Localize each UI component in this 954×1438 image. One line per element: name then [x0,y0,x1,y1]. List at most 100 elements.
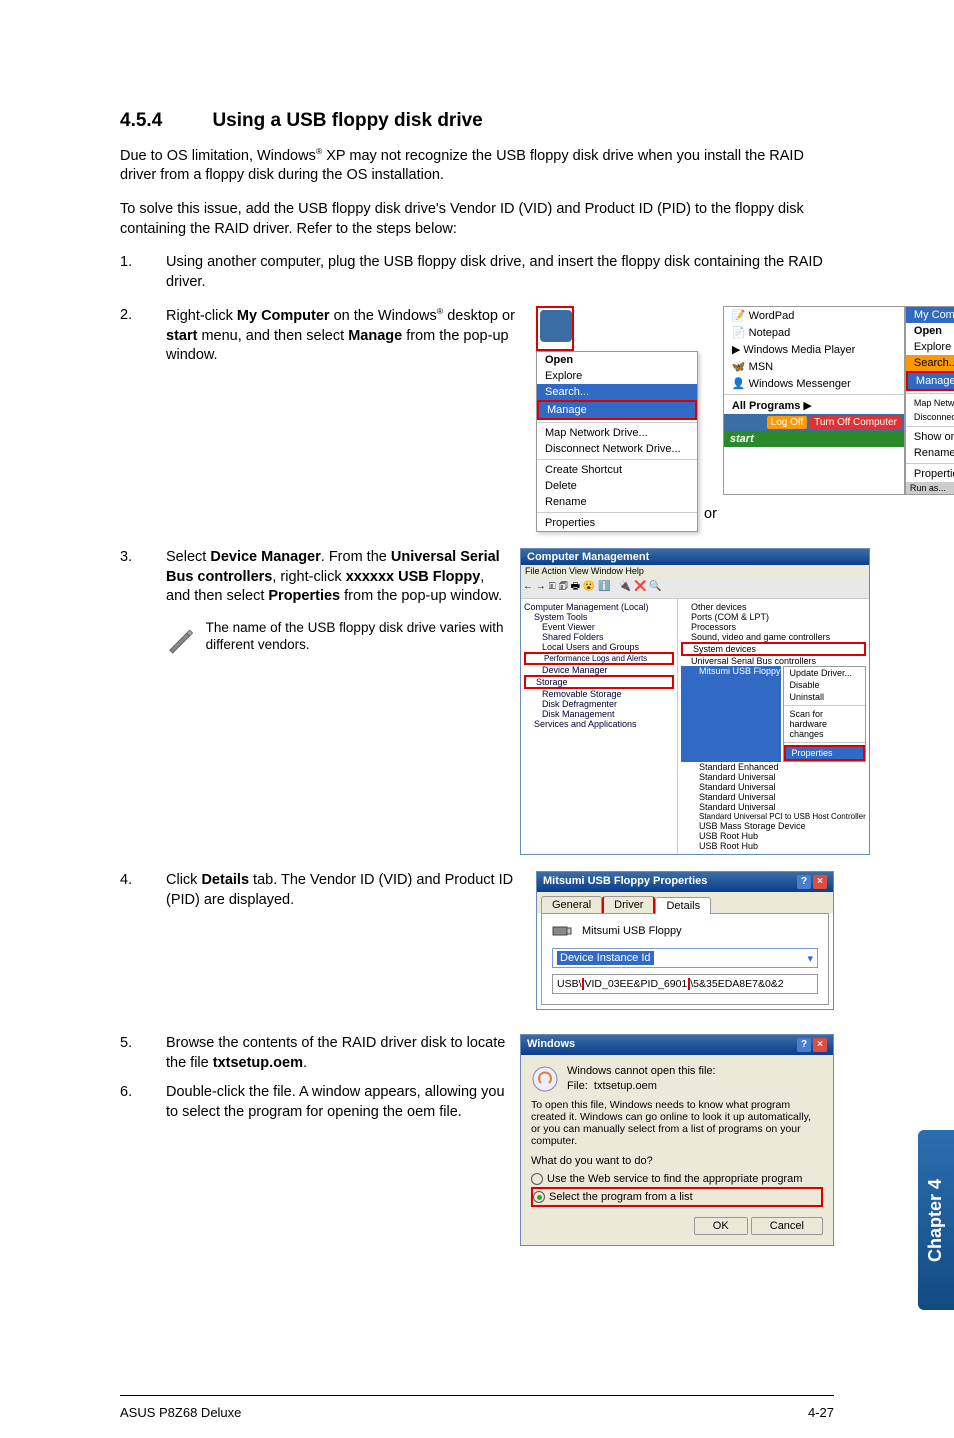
t: Click [166,872,201,888]
devmgr-tree-left[interactable]: Computer Management (Local) System Tools… [521,599,678,854]
tree-item[interactable]: Standard Universal [681,802,866,812]
tree-item[interactable]: Removable Storage [524,689,674,699]
tree-item[interactable]: Disk Defragmenter [524,699,674,709]
step-6-num: 6. [120,1083,132,1103]
t: Open [914,325,942,337]
tab-general[interactable]: General [541,896,602,913]
help-icon[interactable]: ? [797,875,811,889]
windlg-prompt: What do you want to do? [531,1155,823,1167]
submenu-manage[interactable]: Manage [908,373,954,389]
ctx-disable[interactable]: Disable [784,679,865,691]
file-icon [531,1065,559,1093]
start-menu-figure: 📝 WordPad 📄 Notepad ▶ Windows Media Play… [723,306,954,495]
submenu-mycomputer[interactable]: My Computer [906,307,954,323]
opt1-label: Use the Web service to find the appropri… [547,1173,802,1185]
tree-item[interactable]: Disk Management [524,709,674,719]
devmgr-toolbar[interactable]: ← → 🗉 🗊 🖶 😮 ℹ️ 🔌 ❌ 🔍 [521,577,869,599]
t: Windows Media Player [743,344,855,356]
startmenu-allprograms[interactable]: All Programs ▶ [724,397,904,414]
tree-item[interactable]: Standard Universal [681,792,866,802]
tree-item[interactable]: USB Mass Storage Device [681,821,866,831]
submenu-search[interactable]: Search... [906,355,954,371]
tree-item[interactable]: Storage [524,675,674,689]
tree-item[interactable]: Universal Serial Bus controllers [681,656,866,666]
submenu-discnet[interactable]: Disconnect Network Drive... [906,410,954,424]
close-icon[interactable]: × [813,1038,827,1052]
device-instance-combo[interactable]: Device Instance Id ▾ [552,948,818,968]
turnoff-button[interactable]: Turn Off Computer [810,416,901,429]
startmenu-wordpad[interactable]: 📝 WordPad [724,307,904,324]
ctx-properties[interactable]: Properties [786,747,863,759]
tree-item[interactable]: Ports (COM & LPT) [681,612,866,622]
ctx-uninstall[interactable]: Uninstall [784,691,865,703]
menu-open[interactable]: Open [537,352,697,368]
submenu-open[interactable]: Open [906,323,954,339]
tree-item[interactable]: Event Viewer [524,622,674,632]
close-icon[interactable]: × [813,875,827,889]
tree-item[interactable]: Processors [681,622,866,632]
help-icon[interactable]: ? [797,1038,811,1052]
tree-item[interactable]: Other devices [681,602,866,612]
tab-driver[interactable]: Driver [602,896,655,913]
windows-open-dialog-figure: Windows ?× Windows cannot open this file… [520,1034,834,1246]
menu-disconnect-network[interactable]: Disconnect Network Drive... [537,441,697,457]
submenu-runas[interactable]: Run as... [906,482,954,494]
tree-item[interactable]: Standard Universal [681,772,866,782]
menu-rename[interactable]: Rename [537,494,697,510]
tree-item[interactable]: Computer Management (Local) [524,602,674,612]
t: , right-click [272,569,345,585]
t: . [303,1055,307,1071]
startmenu-msn[interactable]: 🦋 MSN [724,358,904,375]
menu-map-network[interactable]: Map Network Drive... [537,425,697,441]
submenu-mapnet[interactable]: Map Network Drive... [906,396,954,410]
tree-item[interactable]: Services and Applications [524,719,674,729]
menu-create-shortcut[interactable]: Create Shortcut [537,462,697,478]
device-name: Mitsumi USB Floppy [582,925,682,937]
tree-item[interactable]: Sound, video and game controllers [681,632,866,642]
submenu-explore[interactable]: Explore [906,339,954,355]
tree-item[interactable]: Device Manager [524,665,674,675]
tree-item[interactable]: Shared Folders [524,632,674,642]
menu-explore[interactable]: Explore [537,368,697,384]
ok-button[interactable]: OK [694,1217,748,1235]
tree-item[interactable]: USB Root Hub [681,831,866,841]
step-2-num: 2. [120,306,132,326]
step-5-num: 5. [120,1034,132,1054]
logoff-button[interactable]: Log Off [767,416,808,429]
tree-item[interactable]: System devices [681,642,866,656]
footer-right: 4-27 [808,1405,834,1420]
menu-search[interactable]: Search... [537,384,697,400]
devmgr-menubar[interactable]: File Action View Window Help [521,565,869,577]
menu-manage[interactable]: Manage [539,402,695,418]
note-text: The name of the USB floppy disk drive va… [206,619,506,654]
radio-web-service[interactable]: Use the Web service to find the appropri… [531,1171,823,1187]
tab-details[interactable]: Details [655,897,711,914]
ctx-scan[interactable]: Scan for hardware changes [784,708,865,740]
startmenu-winmsg[interactable]: 👤 Windows Messenger [724,375,904,392]
tree-item[interactable]: System Tools [524,612,674,622]
tree-item-selected[interactable]: Mitsumi USB Floppy [681,666,781,762]
start-button[interactable]: start [724,431,904,447]
startmenu-wmp[interactable]: ▶ Windows Media Player [724,341,904,358]
chapter-label: Chapter 4 [926,1178,947,1261]
tree-item[interactable]: Standard Enhanced [681,762,866,772]
tree-item[interactable]: Standard Universal [681,782,866,792]
tree-item[interactable]: Local Users and Groups [524,642,674,652]
ctx-update[interactable]: Update Driver... [784,667,865,679]
properties-dialog-figure: Mitsumi USB Floppy Properties ?× General… [536,871,834,1010]
devmgr-tree-right[interactable]: Other devices Ports (COM & LPT) Processo… [678,599,869,854]
submenu-props[interactable]: Properties [906,466,954,482]
startmenu-notepad[interactable]: 📄 Notepad [724,324,904,341]
footer-left: ASUS P8Z68 Deluxe [120,1405,241,1420]
menu-properties[interactable]: Properties [537,515,697,531]
tree-item[interactable]: Standard Universal PCI to USB Host Contr… [681,812,866,821]
step-1: 1.Using another computer, plug the USB f… [120,253,834,292]
t: Windows Messenger [749,378,851,390]
tree-item[interactable]: Performance Logs and Alerts [524,652,674,665]
submenu-showdesk[interactable]: Show on Desktop [906,429,954,445]
radio-select-list[interactable]: Select the program from a list [533,1189,821,1205]
submenu-rename[interactable]: Rename [906,445,954,461]
tree-item[interactable]: USB Root Hub [681,841,866,851]
menu-delete[interactable]: Delete [537,478,697,494]
cancel-button[interactable]: Cancel [751,1217,823,1235]
